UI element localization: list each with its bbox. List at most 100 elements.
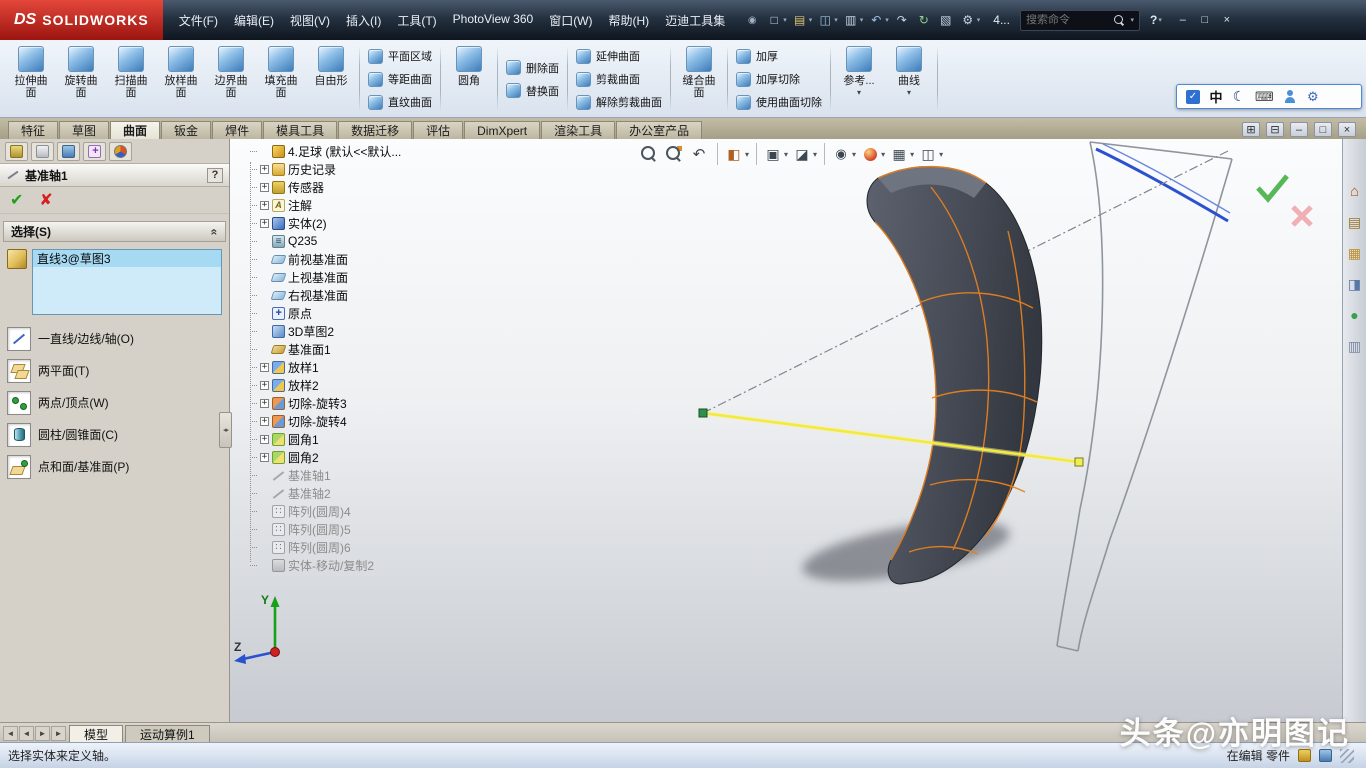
menu-item[interactable]: 视图(V) <box>282 8 338 33</box>
quick-tool-button[interactable] <box>915 11 934 29</box>
ribbon-button[interactable]: 扫描曲面 <box>106 43 156 115</box>
command-tab[interactable]: 草图 <box>59 121 109 139</box>
maximize-button[interactable]: □ <box>1194 11 1216 29</box>
menu-item[interactable]: 工具(T) <box>389 8 444 33</box>
view-palette-icon[interactable] <box>1345 274 1365 294</box>
first-tab-button[interactable]: ◄ <box>3 726 18 741</box>
manager-tab[interactable] <box>5 142 28 161</box>
command-tab[interactable]: DimXpert <box>464 121 540 139</box>
feature-tree-item[interactable]: + 放样2 <box>250 376 452 394</box>
dropdown-caret-icon[interactable]: ▾ <box>977 16 981 24</box>
feature-tree-item[interactable]: 阵列(圆周)6 <box>250 538 452 556</box>
view-orientation-icon[interactable]: ▾ <box>756 143 789 165</box>
ribbon-button[interactable]: 放样曲面 <box>156 43 206 115</box>
selection-group-header[interactable]: 选择(S) « <box>3 221 226 242</box>
reference-geometry-button[interactable]: 参考... ▾ <box>834 43 884 115</box>
feature-tree-item[interactable]: 上视基准面 <box>250 268 452 286</box>
feature-tree-item[interactable]: 阵列(圆周)4 <box>250 502 452 520</box>
view-settings-icon[interactable]: ▾ <box>917 143 944 165</box>
quick-tool-button[interactable]: ▾ <box>816 11 839 29</box>
dropdown-caret-icon[interactable]: ▾ <box>881 150 885 159</box>
dropdown-caret-icon[interactable]: ▾ <box>813 150 817 159</box>
dropdown-caret-icon[interactable]: ▾ <box>852 150 856 159</box>
file-explorer-icon[interactable] <box>1345 243 1365 263</box>
ribbon-button[interactable]: 平面区域 <box>368 46 432 67</box>
minimize-doc-icon[interactable]: – <box>1290 122 1308 137</box>
manager-tab[interactable] <box>57 142 80 161</box>
tree-expander[interactable]: + <box>260 453 269 462</box>
model-tab[interactable]: 模型 <box>69 725 123 742</box>
pm-help-button[interactable]: ? <box>207 168 223 183</box>
search-input[interactable] <box>1026 14 1109 26</box>
design-library-icon[interactable] <box>1345 212 1365 232</box>
close-doc-icon[interactable]: × <box>1338 122 1356 137</box>
axis-type-option[interactable]: 圆柱/圆锥面(C) <box>7 419 222 450</box>
dropdown-caret-icon[interactable]: ▾ <box>783 16 787 24</box>
resources-home-icon[interactable] <box>1345 181 1365 201</box>
ribbon-button[interactable]: 边界曲面 <box>206 43 256 115</box>
tree-expander[interactable]: + <box>260 381 269 390</box>
command-tab[interactable]: 办公室产品 <box>616 121 702 139</box>
menu-item[interactable]: 帮助(H) <box>601 8 658 33</box>
apply-scene-icon[interactable]: ▾ <box>888 143 915 165</box>
feature-tree-item[interactable]: + 圆角2 <box>250 448 452 466</box>
command-tab[interactable]: 焊件 <box>212 121 262 139</box>
selection-listbox[interactable]: 直线3@草图3 <box>32 249 222 315</box>
tree-expander[interactable]: + <box>260 435 269 444</box>
quick-tool-button[interactable] <box>937 11 956 29</box>
quick-tool-button[interactable]: ▾ <box>842 11 865 29</box>
cascade-window-icon[interactable] <box>1266 122 1284 137</box>
feature-tree-item[interactable]: + 切除-旋转4 <box>250 412 452 430</box>
manager-tab[interactable] <box>31 142 54 161</box>
ribbon-button[interactable]: 旋转曲面 <box>56 43 106 115</box>
ribbon-button[interactable]: 加厚 <box>736 46 822 67</box>
ime-language-label[interactable]: 中 <box>1209 89 1223 105</box>
feature-tree-item[interactable]: 基准面1 <box>250 340 452 358</box>
ime-mode-icon[interactable] <box>1232 89 1246 105</box>
custom-properties-icon[interactable] <box>1345 336 1365 356</box>
display-style-icon[interactable]: ▾ <box>791 143 818 165</box>
command-tab[interactable]: 特征 <box>8 121 58 139</box>
dropdown-caret-icon[interactable]: ▾ <box>809 16 813 24</box>
menu-item[interactable]: 文件(F) <box>171 8 226 33</box>
model-body[interactable] <box>867 167 1042 584</box>
section-view-icon[interactable]: ▾ <box>717 143 750 165</box>
feature-tree-item[interactable]: 前视基准面 <box>250 250 452 268</box>
axis-type-option[interactable]: 两点/顶点(W) <box>7 387 222 418</box>
cancel-button[interactable] <box>39 190 52 210</box>
collapse-chevron-icon[interactable]: « <box>208 228 222 235</box>
tree-expander[interactable]: + <box>260 219 269 228</box>
ime-status-icon[interactable] <box>1186 89 1200 105</box>
ribbon-button[interactable]: 填充曲面 <box>256 43 306 115</box>
dropdown-caret-icon[interactable]: ▾ <box>939 150 943 159</box>
feature-tree-item[interactable]: + 历史记录 <box>250 160 452 178</box>
ribbon-button[interactable]: 解除剪裁曲面 <box>576 92 662 113</box>
axis-type-option[interactable]: 一直线/边线/轴(O) <box>7 323 222 354</box>
fillet-button[interactable]: 圆角 <box>444 43 494 115</box>
dropdown-caret-icon[interactable]: ▾ <box>907 88 911 97</box>
axis-type-option[interactable]: 点和面/基准面(P) <box>7 451 222 482</box>
feature-tree-item[interactable]: 基准轴2 <box>250 484 452 502</box>
quick-tool-button[interactable]: ▾ <box>959 11 982 29</box>
menu-item[interactable]: PhotoView 360 <box>445 8 542 33</box>
tree-expander[interactable]: + <box>260 363 269 372</box>
zoom-fit-icon[interactable] <box>638 143 661 165</box>
close-button[interactable]: × <box>1216 11 1238 29</box>
ribbon-button[interactable]: 删除面 <box>506 57 559 78</box>
feature-tree-item[interactable]: 右视基准面 <box>250 286 452 304</box>
quick-tool-button[interactable]: ▾ <box>765 11 788 29</box>
ribbon-button[interactable]: 直纹曲面 <box>368 92 432 113</box>
graphics-area[interactable]: Y Z 4.足球 (默认<<默认... + 历史记录 <box>230 139 1342 722</box>
ime-keyboard-icon[interactable] <box>1255 89 1274 105</box>
menu-item[interactable]: 窗口(W) <box>541 8 600 33</box>
ribbon-button[interactable]: 等距曲面 <box>368 69 432 90</box>
feature-tree-item[interactable]: + 传感器 <box>250 178 452 196</box>
feature-tree-item[interactable]: + 实体(2) <box>250 214 452 232</box>
feature-tree-item[interactable]: + 注解 <box>250 196 452 214</box>
command-tab[interactable]: 钣金 <box>161 121 211 139</box>
feature-tree-item[interactable]: Q235 <box>250 232 452 250</box>
help-caret-icon[interactable]: ▾ <box>1158 16 1162 24</box>
previous-view-icon[interactable] <box>688 143 711 165</box>
menu-item[interactable]: 迈迪工具集 <box>657 8 733 33</box>
feature-tree-item[interactable]: 3D草图2 <box>250 322 452 340</box>
